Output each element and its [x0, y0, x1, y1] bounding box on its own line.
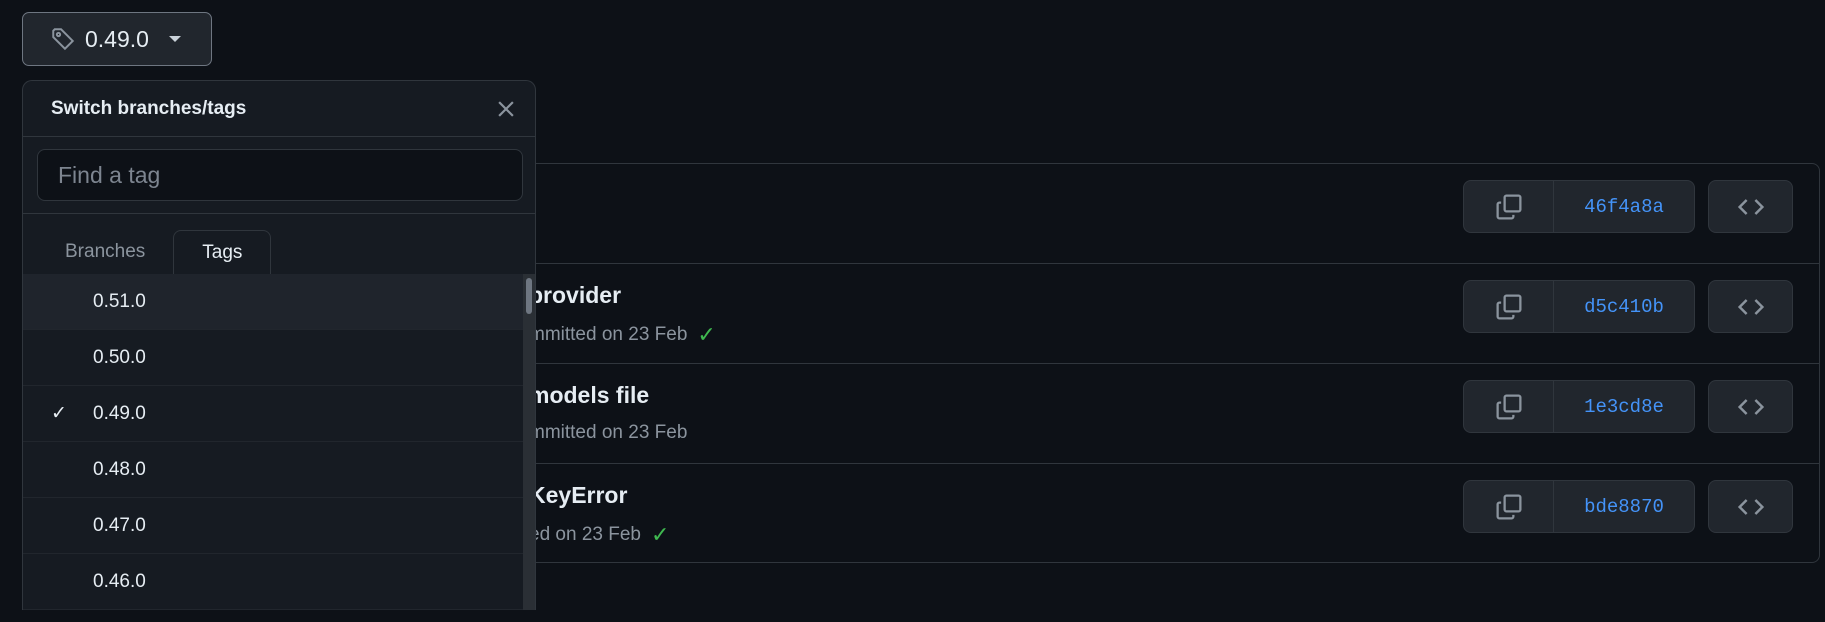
commit-row: 46f4a8a — [501, 164, 1819, 264]
current-tag-label: 0.49.0 — [85, 25, 149, 52]
tag-item[interactable]: 0.47.0 — [23, 498, 535, 554]
tag-item[interactable]: 0.46.0 — [23, 554, 535, 610]
commit-sha-link[interactable]: 1e3cd8e — [1554, 381, 1694, 432]
browse-code-button[interactable] — [1708, 280, 1793, 333]
commit-sha-link[interactable]: bde8870 — [1554, 481, 1694, 532]
code-icon — [1737, 198, 1764, 215]
code-icon — [1737, 498, 1764, 515]
check-success-icon[interactable]: ✓ — [651, 522, 669, 548]
commit-row: provider mmitted on 23 Feb ✓ d5c410b — [501, 264, 1819, 364]
copy-icon — [1495, 493, 1522, 520]
tag-item[interactable]: 0.51.0 — [23, 274, 535, 330]
commit-title[interactable]: provider — [529, 282, 621, 309]
commit-sha-link[interactable]: 46f4a8a — [1554, 181, 1694, 232]
tag-label: 0.46.0 — [93, 570, 146, 592]
check-icon: ✓ — [51, 403, 67, 424]
dropdown-title: Switch branches/tags — [51, 97, 247, 119]
branch-tag-dropdown: Switch branches/tags Branches Tags 0.51.… — [22, 80, 536, 610]
code-icon — [1737, 398, 1764, 415]
commit-sha-group: 1e3cd8e — [1463, 380, 1695, 433]
tag-label: 0.51.0 — [93, 290, 146, 312]
tag-label: 0.47.0 — [93, 514, 146, 536]
code-icon — [1737, 298, 1764, 315]
tab-branches[interactable]: Branches — [37, 230, 173, 274]
tag-icon — [52, 28, 75, 51]
scrollbar[interactable] — [523, 274, 535, 610]
copy-icon — [1495, 193, 1522, 220]
copy-sha-button[interactable] — [1464, 381, 1554, 432]
copy-sha-button[interactable] — [1464, 481, 1554, 532]
tag-label: 0.49.0 — [93, 402, 146, 424]
commit-row: models file mmitted on 23 Feb 1e3cd8e — [501, 364, 1819, 464]
tag-label: 0.48.0 — [93, 458, 146, 480]
commit-title[interactable]: models file — [529, 382, 649, 409]
commit-meta: ed on 23 Feb — [529, 524, 641, 545]
browse-code-button[interactable] — [1708, 480, 1793, 533]
commit-row: KeyError ed on 23 Feb ✓ bde8870 — [501, 464, 1819, 564]
commit-title[interactable]: KeyError — [529, 482, 627, 509]
tag-list: 0.51.0 0.50.0 ✓ 0.49.0 0.48.0 0.47.0 0.46… — [23, 274, 535, 610]
tag-selector-button[interactable]: 0.49.0 — [22, 12, 212, 66]
tab-tags[interactable]: Tags — [173, 230, 272, 274]
tag-item[interactable]: 0.48.0 — [23, 442, 535, 498]
scrollbar-thumb[interactable] — [526, 278, 532, 314]
browse-code-button[interactable] — [1708, 180, 1793, 233]
commit-meta: mmitted on 23 Feb — [529, 324, 688, 345]
check-success-icon[interactable]: ✓ — [697, 322, 715, 348]
commit-sha-group: d5c410b — [1463, 280, 1695, 333]
tag-item[interactable]: 0.50.0 — [23, 330, 535, 386]
browse-code-button[interactable] — [1708, 380, 1793, 433]
copy-sha-button[interactable] — [1464, 281, 1554, 332]
caret-down-icon — [168, 36, 181, 42]
copy-sha-button[interactable] — [1464, 181, 1554, 232]
tag-item-selected[interactable]: ✓ 0.49.0 — [23, 386, 535, 442]
commit-meta: mmitted on 23 Feb — [529, 422, 688, 443]
find-tag-input[interactable] — [37, 149, 523, 201]
copy-icon — [1495, 393, 1522, 420]
close-icon[interactable] — [495, 98, 517, 120]
tag-label: 0.50.0 — [93, 346, 146, 368]
copy-icon — [1495, 293, 1522, 320]
commit-sha-group: bde8870 — [1463, 480, 1695, 533]
commit-list: 46f4a8a provider mmitted on 23 Feb ✓ d5c4… — [500, 163, 1820, 563]
commit-sha-group: 46f4a8a — [1463, 180, 1695, 233]
commit-sha-link[interactable]: d5c410b — [1554, 281, 1694, 332]
